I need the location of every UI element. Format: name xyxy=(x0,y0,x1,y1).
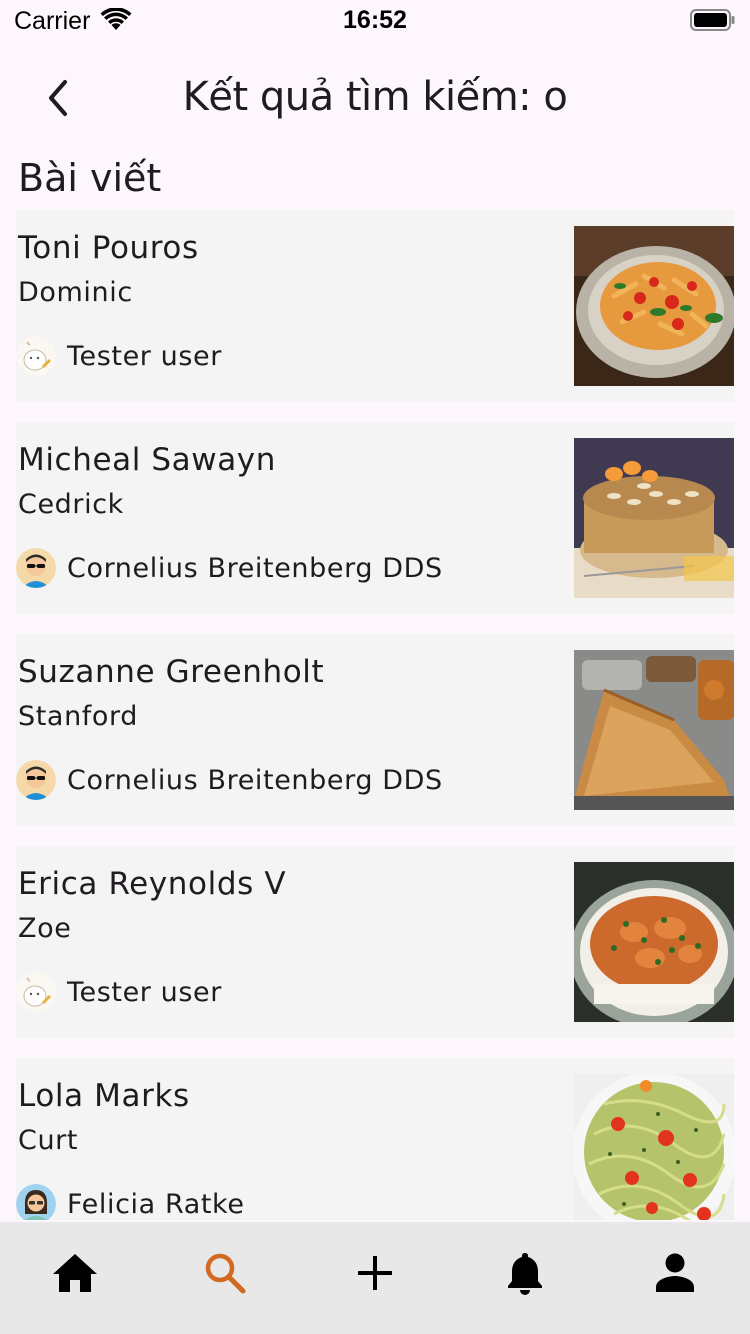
post-subtitle: Curt xyxy=(18,1125,79,1156)
post-card[interactable]: Toni Pouros Dominic ✎ Tester user xyxy=(16,210,734,402)
pasta-dish-image xyxy=(574,226,734,386)
post-author[interactable]: ✎ Tester user xyxy=(16,336,222,376)
clock: 16:52 xyxy=(343,6,407,34)
post-subtitle: Dominic xyxy=(18,277,133,308)
tab-profile[interactable] xyxy=(600,1222,750,1334)
cake-dish-image xyxy=(574,438,734,598)
post-subtitle: Zoe xyxy=(18,913,72,944)
post-card[interactable]: Suzanne Greenholt Stanford Cornelius Bre… xyxy=(16,634,734,826)
post-author[interactable]: Felicia Ratke xyxy=(16,1184,245,1220)
tab-create[interactable] xyxy=(300,1222,450,1334)
battery-icon xyxy=(690,9,736,37)
sunglasses-avatar xyxy=(16,548,56,588)
post-title: Toni Pouros xyxy=(18,230,199,266)
bell-icon xyxy=(506,1253,544,1295)
sketch-avatar: ✎ xyxy=(16,972,56,1012)
post-card[interactable]: Erica Reynolds V Zoe ✎ Tester user xyxy=(16,846,734,1038)
post-subtitle: Cedrick xyxy=(18,489,124,520)
post-card[interactable]: Micheal Sawayn Cedrick Cornelius Breiten… xyxy=(16,422,734,614)
sunglasses-avatar xyxy=(16,760,56,800)
page-title: Kết quả tìm kiếm: o xyxy=(182,74,568,120)
tab-home[interactable] xyxy=(0,1222,150,1334)
dosa-dish-image xyxy=(574,650,734,810)
tab-search[interactable] xyxy=(150,1222,300,1334)
sketch-avatar: ✎ xyxy=(16,336,56,376)
woman-avatar xyxy=(16,1184,56,1220)
plus-icon xyxy=(357,1256,393,1291)
author-name: Cornelius Breitenberg DDS xyxy=(67,764,443,796)
curry-dish-image xyxy=(574,862,734,1022)
svg-text:✎: ✎ xyxy=(26,977,31,984)
post-title: Lola Marks xyxy=(18,1078,190,1114)
search-icon xyxy=(204,1253,246,1294)
post-author[interactable]: ✎ Tester user xyxy=(16,972,222,1012)
post-author[interactable]: Cornelius Breitenberg DDS xyxy=(16,760,443,800)
post-subtitle: Stanford xyxy=(18,701,138,732)
post-title: Suzanne Greenholt xyxy=(18,654,325,690)
status-bar: Carrier 16:52 xyxy=(0,0,750,40)
tab-notifications[interactable] xyxy=(450,1222,600,1334)
section-title: Bài viết xyxy=(18,156,162,200)
author-name: Felicia Ratke xyxy=(67,1188,245,1220)
author-name: Tester user xyxy=(67,340,222,372)
bottom-tab-bar xyxy=(0,1222,750,1334)
author-name: Cornelius Breitenberg DDS xyxy=(67,552,443,584)
svg-text:✎: ✎ xyxy=(26,341,31,348)
person-icon xyxy=(655,1253,695,1293)
post-title: Micheal Sawayn xyxy=(18,442,277,478)
post-list[interactable]: Toni Pouros Dominic ✎ Tester user Michea… xyxy=(16,210,734,1220)
post-author[interactable]: Cornelius Breitenberg DDS xyxy=(16,548,443,588)
app-header: Kết quả tìm kiếm: o xyxy=(0,60,750,140)
author-name: Tester user xyxy=(67,976,222,1008)
home-icon xyxy=(52,1254,98,1293)
post-card[interactable]: Lola Marks Curt Felicia Ratke xyxy=(16,1058,734,1220)
post-title: Erica Reynolds V xyxy=(18,866,287,902)
pesto-spaghetti-image xyxy=(574,1074,734,1220)
